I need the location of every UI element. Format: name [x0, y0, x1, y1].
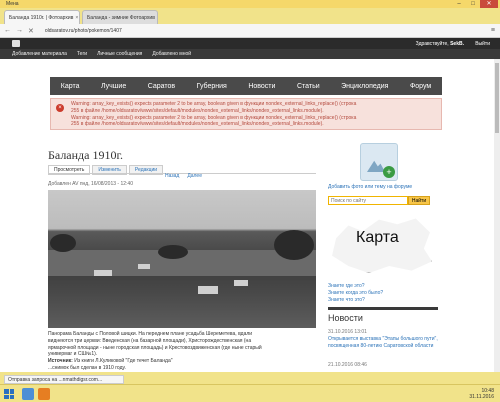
tab-close-icon[interactable]: ×: [157, 15, 158, 21]
source-text: Из книги Л.Куликовой "Где течет Баланда": [74, 358, 173, 365]
add-photo-icon[interactable]: +: [360, 143, 398, 181]
photo-roof: [234, 280, 248, 286]
warning-line: Warning: array_key_exists() expects para…: [71, 101, 357, 107]
window-controls: – □ ✕: [452, 0, 498, 8]
window-title-bar: Мена – □ ✕: [0, 0, 500, 8]
quick-link-what[interactable]: Знаете что это?: [328, 297, 383, 304]
tab-close-icon[interactable]: ×: [75, 15, 78, 21]
home-icon[interactable]: [12, 40, 20, 47]
start-icon[interactable]: [4, 389, 14, 399]
warning-text: Warning: array_key_exists() expects para…: [71, 101, 437, 128]
quick-links: Знаете где это? Знаете когда это было? З…: [328, 283, 383, 304]
news-date: 21.10.2016 08:46: [328, 362, 367, 368]
firefox-icon[interactable]: [38, 388, 50, 400]
nav-item-best[interactable]: Лучшие: [101, 83, 126, 90]
photo-tree: [274, 230, 314, 260]
minimize-button[interactable]: –: [452, 0, 466, 8]
nav-item-province[interactable]: Губерния: [197, 83, 227, 90]
news-title-link[interactable]: Открывается выставка "Этапы большого пут…: [328, 336, 438, 350]
tab-active[interactable]: Баланда 1910г. | Фотоархив ×: [4, 10, 80, 24]
greeting: Здравствуйте, SekB.: [416, 41, 464, 47]
main-nav: Карта Лучшие Саратов Губерния Новости Ст…: [50, 77, 442, 95]
error-icon: ×: [56, 104, 64, 112]
explorer-icon[interactable]: [22, 388, 34, 400]
url-input[interactable]: oldsaratov.ru/photo/pokemon/1407: [45, 28, 122, 34]
admin-link-added-by-me[interactable]: Добавлено мной: [152, 51, 191, 57]
photo-caption: Панорама Баланды с Половой шицки. На пер…: [48, 331, 318, 372]
browser-tabbar: Баланда 1910г. | Фотоархив × Баланда - з…: [0, 8, 500, 24]
maximize-button[interactable]: □: [466, 0, 480, 8]
admin-link-add-content[interactable]: Добавление материала: [12, 51, 67, 57]
add-photo-link[interactable]: Добавить фото или тему на форуме: [328, 184, 412, 190]
menu-icon[interactable]: ≡: [491, 27, 495, 34]
site-search: Найти: [328, 196, 438, 205]
back-icon[interactable]: ←: [4, 27, 11, 34]
warning-line: 255 в файле /home/oldsaratov/www/sites/d…: [71, 107, 324, 114]
clock: 10:48 31.11.2016: [469, 388, 494, 400]
map-label: Карта: [356, 229, 399, 246]
page-title: Баланда 1910г.: [48, 148, 124, 162]
caption-source: Источник: Из книги Л.Куликовой "Где тече…: [48, 358, 318, 365]
admin-bar: Добавление материала Теги Личные сообщен…: [0, 49, 500, 59]
tab-inactive[interactable]: Баланда - зимние Фотоархив ×: [82, 10, 158, 24]
plus-icon: +: [383, 166, 395, 178]
post-meta: Добавлен AV пнд, 16/08/2013 - 12:40: [48, 181, 133, 187]
admin-link-tags[interactable]: Теги: [77, 51, 87, 57]
page-scrollbar[interactable]: [494, 59, 500, 372]
warning-line: 255 в файле /home/oldsaratov/www/sites/d…: [71, 121, 324, 128]
search-button[interactable]: Найти: [408, 196, 430, 205]
caption-line: виднеются три церкви: Введенская (на баз…: [48, 337, 252, 344]
admin-link-messages[interactable]: Личные сообщения: [97, 51, 142, 57]
reload-icon[interactable]: ✕: [28, 27, 34, 35]
historic-photo[interactable]: [48, 190, 316, 328]
photo-roof: [94, 270, 112, 276]
news-heading: Новости: [328, 313, 363, 323]
close-window-button[interactable]: ✕: [480, 0, 498, 8]
pager-prev-link[interactable]: Назад: [165, 173, 179, 179]
scrollbar-thumb[interactable]: [495, 63, 499, 133]
clock-date: 31.11.2016: [469, 394, 494, 400]
news-date: 31.10.2016 13:01: [328, 329, 367, 335]
username-link[interactable]: SekB.: [450, 41, 464, 47]
nav-item-saratov[interactable]: Саратов: [148, 83, 175, 90]
photo-roof: [198, 286, 218, 294]
photo-roof: [138, 264, 150, 269]
nav-item-forum[interactable]: Форум: [410, 83, 431, 90]
tab-label: Баланда - зимние Фотоархив: [87, 14, 155, 21]
nav-item-news[interactable]: Новости: [248, 83, 275, 90]
tab-label: Баланда 1910г. | Фотоархив: [9, 14, 74, 21]
pager-next-link[interactable]: Далее: [187, 173, 202, 179]
app-name: Мена: [6, 1, 19, 7]
forward-icon[interactable]: →: [16, 27, 23, 34]
nav-item-map[interactable]: Карта: [61, 83, 80, 90]
search-input[interactable]: [328, 196, 408, 205]
status-bar: Отправка запроса на ...nmathdigsr.com...: [4, 375, 124, 384]
logout-link[interactable]: Выйти: [475, 41, 490, 47]
quick-link-when[interactable]: Знаете когда это было?: [328, 290, 383, 297]
caption-line: Панорама Баланды с Половой шицки. На пер…: [48, 331, 253, 337]
greeting-text: Здравствуйте,: [415, 41, 449, 47]
sidebar-divider: [328, 307, 438, 310]
source-label: Источник:: [48, 358, 73, 365]
photo-tree: [50, 234, 76, 252]
caption-line: ярмарочной площади - ныне городская площ…: [48, 344, 262, 351]
pager: Назад Далее: [165, 173, 202, 179]
nav-item-encyclopedia[interactable]: Энциклопедия: [341, 83, 388, 90]
page-content: Карта Лучшие Саратов Губерния Новости Ст…: [0, 59, 500, 372]
warning-box: × Warning: array_key_exists() expects pa…: [50, 98, 442, 130]
quick-link-where[interactable]: Знаете где это?: [328, 283, 383, 290]
site-topbar: Здравствуйте, SekB. Выйти: [0, 38, 500, 49]
caption-line: ...снимок был сделан в 1910 году.: [48, 364, 126, 371]
map-widget[interactable]: Карта: [328, 211, 436, 279]
nav-item-articles[interactable]: Статьи: [297, 83, 320, 90]
photo-tree: [158, 245, 188, 259]
taskbar: 10:48 31.11.2016: [0, 384, 500, 402]
address-bar: ← → ✕ oldsaratov.ru/photo/pokemon/1407 ≡: [0, 24, 500, 38]
